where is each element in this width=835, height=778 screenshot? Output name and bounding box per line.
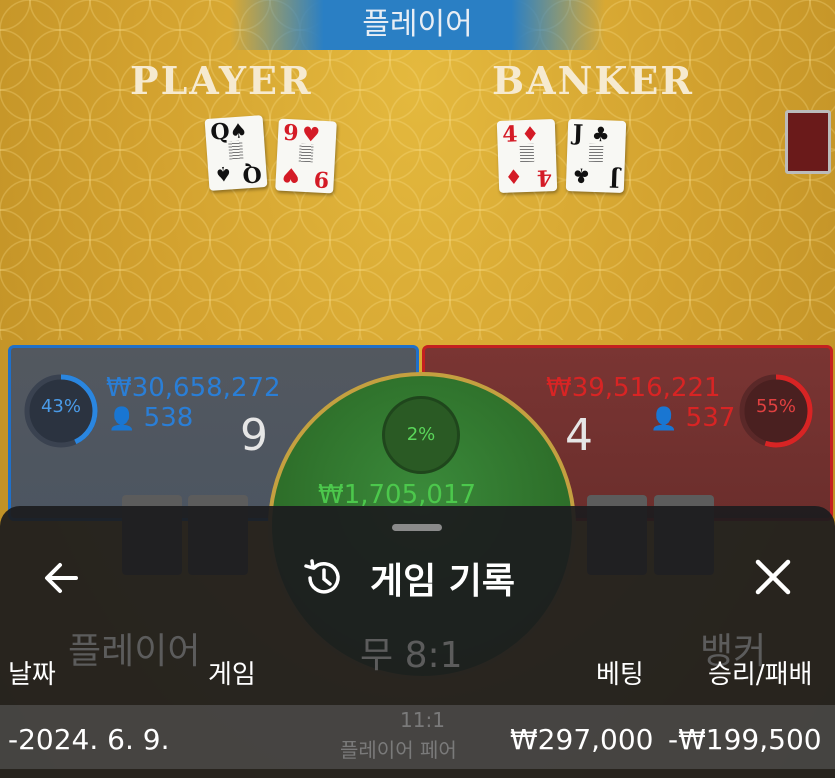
sheet-title: 게임 기록 xyxy=(370,561,516,602)
history-icon xyxy=(300,556,346,600)
player-bet-label: 플레이어 xyxy=(68,631,201,672)
table-pattern xyxy=(0,0,835,340)
banker-score: 4 xyxy=(565,410,593,461)
club-icon: ♣ xyxy=(571,163,591,188)
card-shoe xyxy=(785,110,831,174)
spade-icon: ♠ xyxy=(213,161,234,187)
card-rank: 9 xyxy=(282,119,300,147)
banker-total-bet: ₩39,516,221 xyxy=(546,373,721,403)
close-icon xyxy=(755,559,791,595)
card-rank: Q xyxy=(241,160,263,188)
history-result: -₩199,500 xyxy=(668,723,822,756)
card-rank: 9 xyxy=(312,165,330,193)
diamond-icon: ♦ xyxy=(504,164,524,189)
player-total-bet: ₩30,658,272 xyxy=(106,373,281,403)
player-card-1: Q ♠ ♠ Q xyxy=(204,115,268,191)
pair-odds-label: 11:1 xyxy=(400,708,445,732)
close-button[interactable] xyxy=(752,556,796,600)
card-rank: 4 xyxy=(535,164,553,191)
banker-bettor-count: 👤 537 xyxy=(650,403,736,433)
user-icon: 👤 xyxy=(108,407,136,432)
banker-percent: 55% xyxy=(755,396,796,417)
result-banner: 플레이어 xyxy=(230,0,605,50)
heart-icon: ♥ xyxy=(281,162,301,188)
banker-card-2: J ♣ ♣ J xyxy=(565,119,627,193)
back-button[interactable] xyxy=(40,556,84,600)
column-header-date: 날짜 xyxy=(8,660,56,690)
card-rank: J xyxy=(572,120,584,147)
banker-title: BANKER xyxy=(492,58,694,103)
history-date: -2024. 6. 9. xyxy=(8,723,170,756)
player-score: 9 xyxy=(240,410,268,461)
card-rank: 4 xyxy=(501,121,519,148)
arrow-left-icon xyxy=(45,563,78,593)
column-header-bet: 베팅 xyxy=(596,660,644,690)
user-icon: 👤 xyxy=(650,407,678,432)
player-title: PLAYER xyxy=(130,58,313,103)
spade-icon: ♠ xyxy=(228,118,249,144)
column-header-game: 게임 xyxy=(208,660,256,690)
player-card-2: 9 ♥ ♥ 9 xyxy=(275,118,337,194)
card-rank: J xyxy=(608,165,620,192)
club-icon: ♣ xyxy=(591,121,611,147)
tie-percent: 2% xyxy=(406,424,436,445)
player-percent: 43% xyxy=(40,396,81,417)
column-header-result: 승리/패배 xyxy=(708,660,813,690)
pair-caption: 플레이어 페어 xyxy=(340,738,457,762)
banker-card-1: 4 ♦ ♦ 4 xyxy=(496,119,558,193)
player-bettor-count: 👤 538 xyxy=(108,403,194,433)
tie-bet-label: 무 8:1 xyxy=(360,635,463,676)
history-bet: ₩297,000 xyxy=(510,723,654,756)
sheet-drag-handle[interactable] xyxy=(392,524,442,531)
diamond-icon: ♦ xyxy=(520,121,540,147)
